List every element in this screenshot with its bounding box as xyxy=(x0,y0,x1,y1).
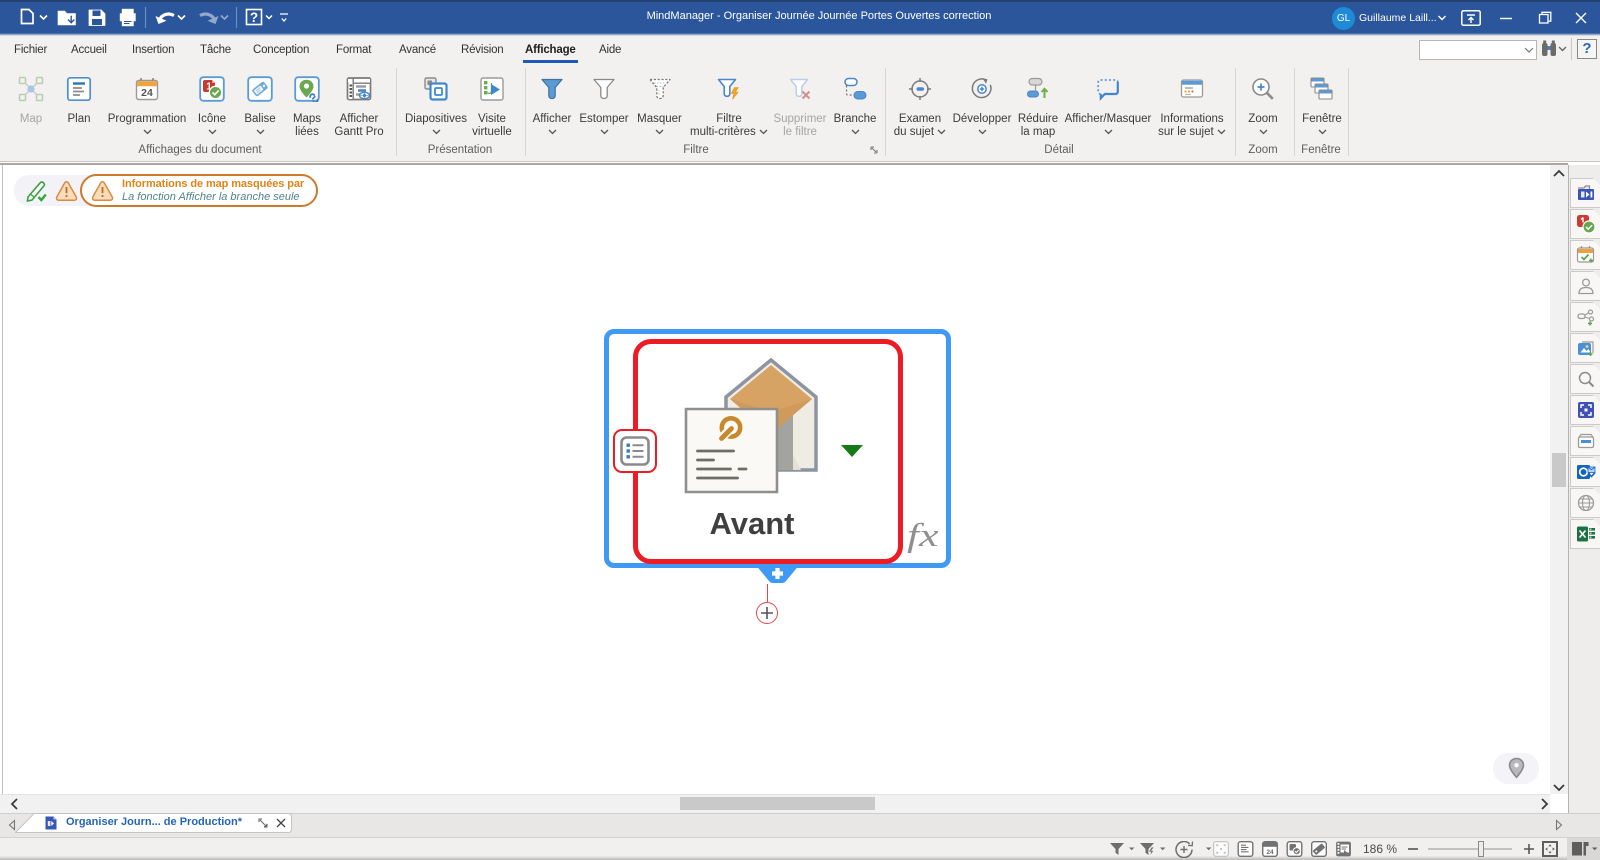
svg-text:24: 24 xyxy=(1266,849,1274,856)
svg-text:24: 24 xyxy=(141,87,153,99)
